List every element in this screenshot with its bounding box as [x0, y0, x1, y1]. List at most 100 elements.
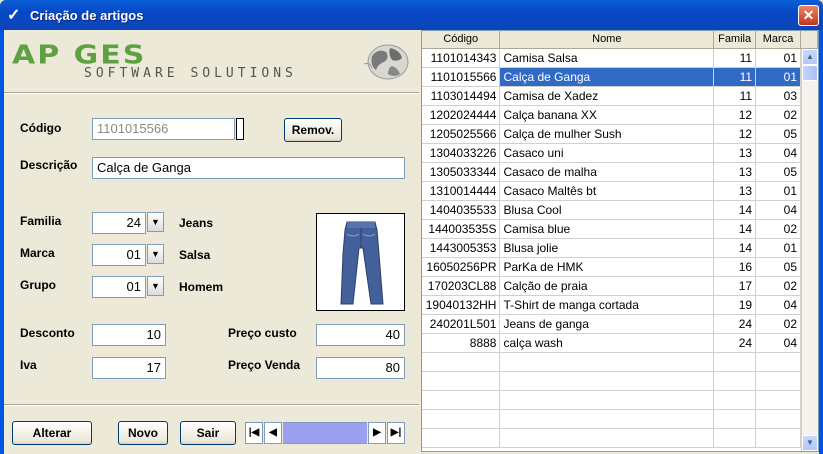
close-button[interactable]: ✕: [798, 5, 819, 26]
cell-famila[interactable]: 14: [713, 200, 757, 220]
table-row[interactable]: 1103014494 Camisa de Xadez 11 03: [422, 86, 818, 106]
codigo-input[interactable]: 1101015566: [92, 118, 235, 140]
marca-input[interactable]: 01: [92, 244, 146, 266]
cell-famila[interactable]: 14: [713, 238, 757, 258]
cell-famila[interactable]: 16: [713, 257, 757, 277]
next-record-icon[interactable]: ▶: [368, 422, 386, 444]
prev-record-icon[interactable]: ◀: [264, 422, 282, 444]
cell-nome[interactable]: Casaco Maltês bt: [499, 181, 715, 201]
table-row[interactable]: 1404035533 Blusa Cool 14 04: [422, 200, 818, 220]
column-header-nome[interactable]: Nome: [499, 31, 715, 49]
sair-button[interactable]: Sair: [180, 421, 236, 445]
cell-codigo[interactable]: 19040132HH: [422, 295, 501, 315]
cell-codigo[interactable]: 1443005353: [422, 238, 501, 258]
column-header-marca[interactable]: Marca: [755, 31, 801, 49]
cell-famila[interactable]: 13: [713, 181, 757, 201]
table-row[interactable]: 1101015566 Calça de Ganga 11 01: [422, 67, 818, 87]
table-row[interactable]: 1202024444 Calça banana XX 12 02: [422, 105, 818, 125]
cell-marca[interactable]: 04: [755, 200, 801, 220]
vertical-scrollbar[interactable]: ▲ ▼: [801, 49, 818, 451]
familia-dropdown-icon[interactable]: ▼: [147, 212, 164, 232]
familia-input[interactable]: 24: [92, 212, 146, 234]
cell-nome[interactable]: Blusa Cool: [499, 200, 715, 220]
cell-codigo[interactable]: 240201L501: [422, 314, 501, 334]
scroll-up-icon[interactable]: ▲: [802, 49, 818, 65]
iva-input[interactable]: 17: [92, 357, 166, 379]
preco-custo-input[interactable]: 40: [316, 324, 405, 346]
table-row[interactable]: 16050256PR ParKa de HMK 16 05: [422, 257, 818, 277]
cell-nome[interactable]: Calça de Ganga: [499, 67, 715, 87]
cell-famila[interactable]: 14: [713, 219, 757, 239]
cell-marca[interactable]: 05: [755, 162, 801, 182]
cell-codigo[interactable]: 170203CL88: [422, 276, 501, 296]
cell-famila[interactable]: 12: [713, 124, 757, 144]
table-row[interactable]: 1310014444 Casaco Maltês bt 13 01: [422, 181, 818, 201]
remove-button[interactable]: Remov.: [284, 118, 342, 142]
cell-codigo[interactable]: 8888: [422, 333, 501, 353]
scroll-down-icon[interactable]: ▼: [802, 435, 818, 451]
cell-codigo[interactable]: 1305033344: [422, 162, 501, 182]
cell-marca[interactable]: 02: [755, 219, 801, 239]
cell-marca[interactable]: 03: [755, 86, 801, 106]
cell-nome[interactable]: Casaco de malha: [499, 162, 715, 182]
table-row[interactable]: 8888 calça wash 24 04: [422, 333, 818, 353]
descricao-input[interactable]: Calça de Ganga: [92, 157, 405, 179]
cell-nome[interactable]: T-Shirt de manga cortada: [499, 295, 715, 315]
cell-marca[interactable]: 04: [755, 143, 801, 163]
cell-nome[interactable]: ParKa de HMK: [499, 257, 715, 277]
cell-marca[interactable]: 01: [755, 48, 801, 68]
cell-nome[interactable]: Jeans de ganga: [499, 314, 715, 334]
cell-famila[interactable]: 24: [713, 333, 757, 353]
cell-famila[interactable]: 12: [713, 105, 757, 125]
cell-famila[interactable]: 11: [713, 67, 757, 87]
last-record-icon[interactable]: ▶|: [387, 422, 405, 444]
cell-marca[interactable]: 02: [755, 314, 801, 334]
cell-marca[interactable]: 02: [755, 105, 801, 125]
navigator-track[interactable]: [283, 422, 367, 444]
cell-marca[interactable]: 04: [755, 295, 801, 315]
table-row[interactable]: 1101014343 Camisa Salsa 11 01: [422, 48, 818, 68]
cell-codigo[interactable]: 1310014444: [422, 181, 501, 201]
cell-famila[interactable]: 13: [713, 143, 757, 163]
table-row[interactable]: 170203CL88 Calção de praia 17 02: [422, 276, 818, 296]
cell-marca[interactable]: 02: [755, 276, 801, 296]
preco-venda-input[interactable]: 80: [316, 357, 405, 379]
cell-nome[interactable]: Calça banana XX: [499, 105, 715, 125]
cell-nome[interactable]: Camisa de Xadez: [499, 86, 715, 106]
cell-marca[interactable]: 01: [755, 67, 801, 87]
cell-famila[interactable]: 11: [713, 86, 757, 106]
cell-codigo[interactable]: 1304033226: [422, 143, 501, 163]
cell-nome[interactable]: Blusa jolie: [499, 238, 715, 258]
cell-famila[interactable]: 13: [713, 162, 757, 182]
cell-marca[interactable]: 04: [755, 333, 801, 353]
cell-nome[interactable]: Camisa Salsa: [499, 48, 715, 68]
cell-nome[interactable]: Calção de praia: [499, 276, 715, 296]
cell-famila[interactable]: 17: [713, 276, 757, 296]
grupo-dropdown-icon[interactable]: ▼: [147, 276, 164, 296]
cell-nome[interactable]: Camisa blue: [499, 219, 715, 239]
cell-famila[interactable]: 24: [713, 314, 757, 334]
cell-famila[interactable]: 19: [713, 295, 757, 315]
cell-codigo[interactable]: 1205025566: [422, 124, 501, 144]
column-header-codigo[interactable]: Código: [422, 31, 501, 49]
alterar-button[interactable]: Alterar: [12, 421, 92, 445]
cell-codigo[interactable]: 1103014494: [422, 86, 501, 106]
cell-marca[interactable]: 05: [755, 257, 801, 277]
cell-marca[interactable]: 01: [755, 181, 801, 201]
title-bar[interactable]: ✓ Criação de artigos ✕: [0, 0, 823, 30]
column-header-famila[interactable]: Famila: [713, 31, 757, 49]
marca-dropdown-icon[interactable]: ▼: [147, 244, 164, 264]
cell-nome[interactable]: Casaco uni: [499, 143, 715, 163]
table-row[interactable]: 144003535S Camisa blue 14 02: [422, 219, 818, 239]
scroll-thumb[interactable]: [802, 65, 818, 81]
table-row[interactable]: 1443005353 Blusa jolie 14 01: [422, 238, 818, 258]
cell-codigo[interactable]: 1101014343: [422, 48, 501, 68]
table-row[interactable]: 1305033344 Casaco de malha 13 05: [422, 162, 818, 182]
cell-codigo[interactable]: 16050256PR: [422, 257, 501, 277]
desconto-input[interactable]: 10: [92, 324, 166, 346]
novo-button[interactable]: Novo: [118, 421, 168, 445]
cell-famila[interactable]: 11: [713, 48, 757, 68]
cell-codigo[interactable]: 144003535S: [422, 219, 501, 239]
cell-codigo[interactable]: 1404035533: [422, 200, 501, 220]
cell-marca[interactable]: 01: [755, 238, 801, 258]
